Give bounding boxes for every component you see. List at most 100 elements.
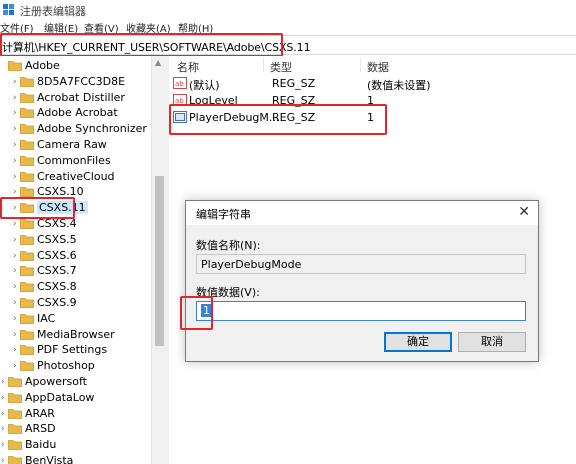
registry-editor-icon (3, 4, 14, 15)
folder-icon (8, 408, 22, 419)
menu-bar: 文件(F) 编辑(E) 查看(V) 收藏夹(A) 帮助(H) (0, 20, 576, 34)
value-name-label: 数值名称(N): (196, 239, 261, 252)
tree-item[interactable]: › 8D5A7FCC3D8E (0, 74, 152, 90)
cancel-button[interactable]: 取消 (458, 332, 526, 352)
folder-icon (20, 155, 34, 166)
tree-item[interactable]: › ARAR (0, 406, 152, 422)
folder-icon (20, 282, 34, 293)
tree-item-label: 8D5A7FCC3D8E (37, 74, 126, 88)
folder-icon (20, 361, 34, 372)
folder-icon (8, 61, 22, 71)
folder-icon (20, 92, 34, 103)
highlight-selected-key (0, 197, 75, 219)
tree-item[interactable]: › Adobe Synchronizer (0, 121, 152, 137)
tree-item[interactable]: › MediaBrowser (0, 327, 152, 343)
highlight-address (0, 33, 283, 57)
folder-icon (20, 187, 34, 198)
column-divider[interactable] (263, 58, 264, 72)
tree-item-label: CSXS.8 (37, 280, 77, 294)
folder-icon (8, 424, 22, 435)
tree-item[interactable]: Adobe (0, 58, 152, 74)
tree-item-label: Adobe (25, 59, 60, 72)
dialog-titlebar[interactable]: 编辑字符串 ✕ (186, 201, 538, 225)
folder-icon (20, 219, 34, 229)
tree-item[interactable]: › Photoshop (0, 358, 152, 374)
tree-item-label: Camera Raw (37, 138, 107, 151)
tree-item[interactable]: › CSXS.5 (0, 232, 152, 248)
tree-item-label: MediaBrowser (37, 327, 115, 341)
folder-icon (20, 140, 34, 150)
key-tree: Adobe › 8D5A7FCC3D8E › Acrobat Distiller › Ado… (0, 56, 166, 464)
folder-icon (8, 392, 22, 403)
folder-icon (20, 266, 34, 277)
folder-icon (20, 234, 34, 245)
string-value-icon: ab (173, 77, 187, 89)
folder-icon (20, 329, 34, 340)
tree-item[interactable]: › ARSD (0, 421, 152, 437)
tree-item-label: Photoshop (37, 359, 95, 373)
tree-scrollbar[interactable]: ▲ (151, 56, 166, 464)
window-title: 注册表编辑器 (20, 5, 86, 18)
folder-icon (20, 124, 34, 135)
folder-icon (20, 250, 34, 261)
tree-item[interactable]: › Camera Raw (0, 137, 152, 153)
scroll-up-icon[interactable]: ▲ (155, 58, 161, 67)
close-icon[interactable]: ✕ (518, 204, 530, 220)
tree-item[interactable]: › PDF Settings (0, 342, 152, 358)
tree-item-label: AppDataLow (25, 390, 95, 404)
tree-item[interactable]: › Apowersoft (0, 374, 152, 390)
tree-item-label: Baidu (25, 438, 57, 452)
tree-item-label: CSXS.5 (37, 232, 77, 246)
tree-item[interactable]: › CSXS.6 (0, 248, 152, 264)
tree-item[interactable]: › CreativeCloud (0, 169, 152, 185)
tree-item-label: Apowersoft (25, 375, 87, 388)
folder-icon (8, 456, 22, 464)
column-name[interactable]: 名称 (177, 56, 199, 74)
folder-icon (20, 108, 34, 119)
menu-edit[interactable]: 编辑(E) (44, 20, 78, 34)
tree-item-label: ARAR (25, 406, 55, 420)
highlight-data-value (180, 296, 213, 330)
tree-item[interactable]: › CSXS.8 (0, 279, 152, 295)
column-data[interactable]: 数据 (367, 56, 389, 74)
ok-button[interactable]: 确定 (384, 332, 452, 352)
tree-item-label: CSXS.6 (37, 248, 77, 262)
folder-icon (20, 313, 34, 324)
value-row-default[interactable]: ab (默认) REG_SZ (数值未设置) (169, 75, 576, 92)
tree-item-label: PDF Settings (37, 343, 108, 357)
value-data: (数值未设置) (367, 79, 431, 92)
column-type[interactable]: 类型 (270, 56, 292, 74)
menu-favorites[interactable]: 收藏夹(A) (126, 20, 171, 34)
value-name: (默认) (189, 79, 220, 92)
tree-item-label: ARSD (25, 422, 56, 436)
value-data-input[interactable]: 1 (196, 301, 526, 321)
tree-item-label: CSXS.7 (37, 264, 77, 278)
tree-item[interactable]: › CSXS.9 (0, 295, 152, 311)
tree-item-label: Adobe Acrobat (37, 106, 118, 120)
tree-item[interactable]: › IAC (0, 311, 152, 327)
tree-item[interactable]: › Baidu (0, 437, 152, 453)
column-divider[interactable] (360, 58, 361, 72)
tree-item[interactable]: › CommonFiles (0, 153, 152, 169)
menu-help[interactable]: 帮助(H) (178, 20, 213, 34)
tree-item-label: Adobe Synchronizer (37, 122, 147, 136)
scroll-thumb[interactable] (155, 176, 164, 346)
tree-item[interactable]: › CSXS.7 (0, 263, 152, 279)
tree-item[interactable]: › BenVista (0, 453, 152, 464)
value-name-field: PlayerDebugMode (196, 254, 526, 274)
folder-icon (20, 345, 34, 356)
folder-icon (20, 76, 34, 87)
menu-file[interactable]: 文件(F) (0, 20, 34, 34)
tree-item-label: BenVista (25, 454, 74, 464)
tree-item[interactable]: › AppDataLow (0, 390, 152, 406)
menu-view[interactable]: 查看(V) (84, 20, 119, 34)
dialog-title: 编辑字符串 (196, 208, 251, 221)
tree-item-label: Acrobat Distiller (37, 90, 125, 104)
svg-text:ab: ab (175, 80, 184, 88)
tree-item[interactable]: › Acrobat Distiller (0, 90, 152, 106)
tree-item[interactable]: › Adobe Acrobat (0, 105, 152, 121)
tree-item-label: CommonFiles (37, 153, 111, 167)
tree-item-label: CreativeCloud (37, 169, 115, 183)
folder-icon (20, 298, 34, 308)
folder-icon (8, 440, 22, 451)
